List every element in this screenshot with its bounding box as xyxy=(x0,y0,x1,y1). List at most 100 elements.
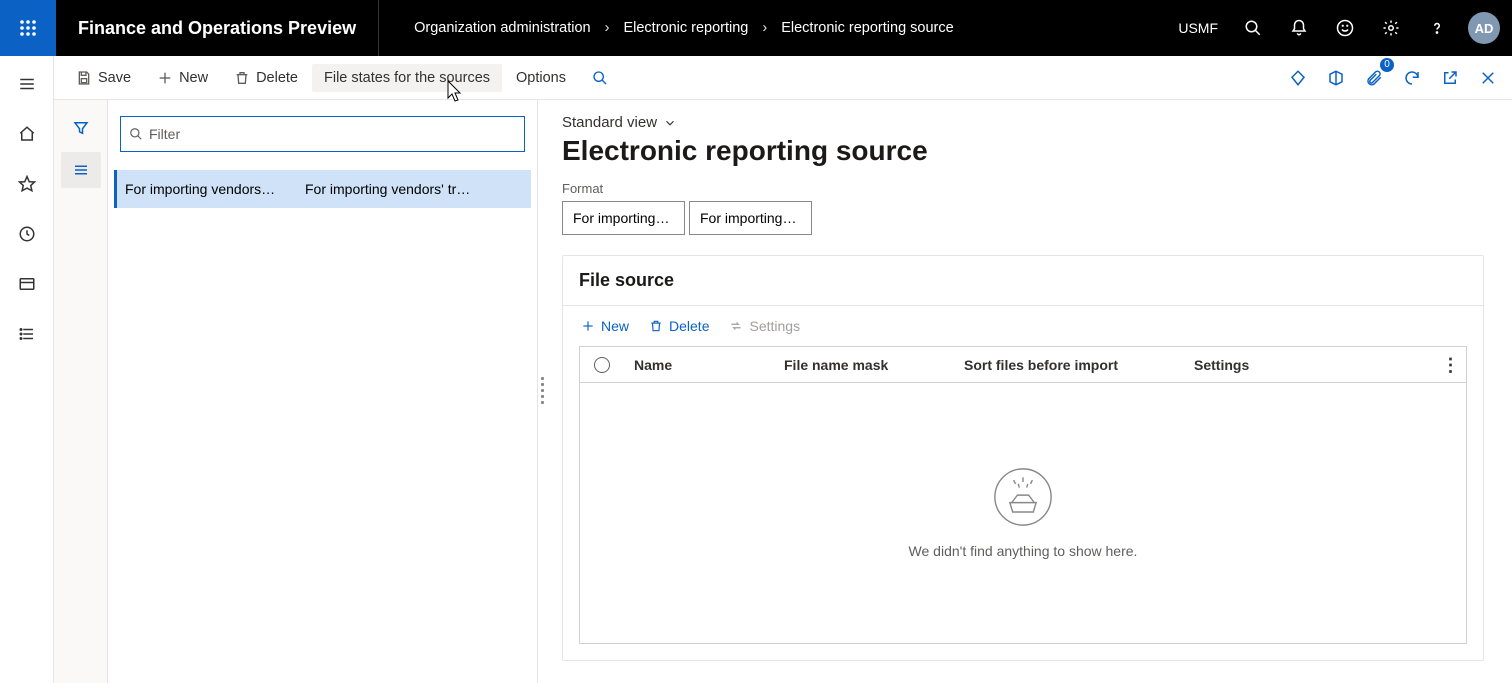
favorites-button[interactable] xyxy=(11,168,43,200)
feedback-button[interactable] xyxy=(1322,0,1368,56)
work-area: Save New Delete File states for the sour… xyxy=(54,56,1512,683)
file-states-label: File states for the sources xyxy=(324,70,490,86)
clock-icon xyxy=(18,225,36,243)
format-part-1[interactable]: For importing… xyxy=(562,201,685,235)
plus-icon xyxy=(581,319,595,333)
breadcrumb-item[interactable]: Electronic reporting xyxy=(623,20,748,36)
lines-icon xyxy=(72,161,90,179)
card-settings-button: Settings xyxy=(721,312,808,340)
chevron-right-icon: › xyxy=(605,20,610,36)
detail-pane: Standard view Electronic reporting sourc… xyxy=(546,100,1512,683)
funnel-icon xyxy=(72,119,90,137)
workspace-link-button[interactable] xyxy=(1280,60,1316,96)
refresh-button[interactable] xyxy=(1394,60,1430,96)
card-settings-label: Settings xyxy=(749,318,800,334)
swap-icon xyxy=(729,319,743,333)
hamburger-icon xyxy=(18,75,36,93)
search-icon xyxy=(592,70,608,86)
list-row-col1: For importing vendors… xyxy=(125,181,295,197)
search-icon xyxy=(129,127,143,141)
card-delete-label: Delete xyxy=(669,318,709,334)
save-icon xyxy=(76,70,92,86)
top-header: Finance and Operations Preview Organizat… xyxy=(0,0,1512,56)
main-flex: Save New Delete File states for the sour… xyxy=(0,56,1512,683)
list-view-button[interactable] xyxy=(61,152,101,188)
product-title: Finance and Operations Preview xyxy=(56,18,378,39)
help-button[interactable] xyxy=(1414,0,1460,56)
user-avatar[interactable]: AD xyxy=(1468,12,1500,44)
open-office-button[interactable] xyxy=(1318,60,1354,96)
save-label: Save xyxy=(98,70,131,86)
delete-label: Delete xyxy=(256,70,298,86)
list-icon xyxy=(18,325,36,343)
star-icon xyxy=(18,175,36,193)
modules-button[interactable] xyxy=(11,318,43,350)
view-selector[interactable]: Standard view xyxy=(562,114,677,133)
column-file-mask[interactable]: File name mask xyxy=(774,357,954,373)
format-label: Format xyxy=(562,181,1484,196)
breadcrumb-item[interactable]: Electronic reporting source xyxy=(781,20,953,36)
column-more-button[interactable]: ⋮ xyxy=(1440,355,1460,376)
view-label: Standard view xyxy=(562,114,657,131)
list-row-col2: For importing vendors' tr… xyxy=(305,181,523,197)
trash-icon xyxy=(649,319,663,333)
grid-empty: We didn't find anything to show here. xyxy=(580,383,1466,643)
file-states-button[interactable]: File states for the sources xyxy=(312,64,502,92)
card-new-label: New xyxy=(601,318,629,334)
empty-folder-icon xyxy=(993,467,1053,527)
settings-button[interactable] xyxy=(1368,0,1414,56)
search-icon xyxy=(1244,19,1262,37)
attachments-button[interactable]: 0 xyxy=(1356,60,1392,96)
grid: Name File name mask Sort files before im… xyxy=(579,346,1467,644)
circle-checkbox-icon xyxy=(594,357,610,373)
trash-icon xyxy=(234,70,250,86)
filter-view-button[interactable] xyxy=(61,110,101,146)
diamond-icon xyxy=(1289,69,1307,87)
options-button[interactable]: Options xyxy=(504,64,578,92)
select-all-column[interactable] xyxy=(580,357,624,373)
grid-wrap: Name File name mask Sort files before im… xyxy=(563,346,1483,660)
home-icon xyxy=(18,125,36,143)
company-code[interactable]: USMF xyxy=(1166,20,1230,36)
options-label: Options xyxy=(516,70,566,86)
breadcrumb: Organization administration › Electronic… xyxy=(379,20,954,36)
popout-button[interactable] xyxy=(1432,60,1468,96)
waffle-icon xyxy=(19,19,37,37)
nav-toggle-button[interactable] xyxy=(11,68,43,100)
page-search-button[interactable] xyxy=(580,64,620,92)
column-name[interactable]: Name xyxy=(624,357,774,373)
popout-icon xyxy=(1441,69,1459,87)
new-button[interactable]: New xyxy=(145,64,220,92)
card-new-button[interactable]: New xyxy=(573,312,637,340)
attachment-badge: 0 xyxy=(1380,58,1394,72)
filter-box[interactable] xyxy=(120,116,525,152)
bell-icon xyxy=(1290,19,1308,37)
column-settings[interactable]: Settings xyxy=(1184,357,1466,373)
card-delete-button[interactable]: Delete xyxy=(641,312,717,340)
breadcrumb-item[interactable]: Organization administration xyxy=(414,20,591,36)
page-title: Electronic reporting source xyxy=(562,135,1484,167)
search-button[interactable] xyxy=(1230,0,1276,56)
plus-icon xyxy=(157,70,173,86)
home-button[interactable] xyxy=(11,118,43,150)
splitter-grip-icon xyxy=(541,377,544,407)
vertical-dots-icon: ⋮ xyxy=(1442,355,1459,375)
save-button[interactable]: Save xyxy=(64,64,143,92)
format-part-2[interactable]: For importing… xyxy=(689,201,812,235)
filter-input[interactable] xyxy=(149,126,516,142)
recent-button[interactable] xyxy=(11,218,43,250)
notifications-button[interactable] xyxy=(1276,0,1322,56)
list-row[interactable]: For importing vendors… For importing ven… xyxy=(114,170,531,208)
column-sort[interactable]: Sort files before import xyxy=(954,357,1184,373)
app-launcher-button[interactable] xyxy=(0,0,56,56)
empty-text: We didn't find anything to show here. xyxy=(909,543,1138,559)
new-label: New xyxy=(179,70,208,86)
close-button[interactable] xyxy=(1470,60,1506,96)
content-row: For importing vendors… For importing ven… xyxy=(54,100,1512,683)
action-bar: Save New Delete File states for the sour… xyxy=(54,56,1512,100)
refresh-icon xyxy=(1403,69,1421,87)
splitter[interactable] xyxy=(538,100,546,683)
delete-button[interactable]: Delete xyxy=(222,64,310,92)
chevron-right-icon: › xyxy=(762,20,767,36)
workspaces-button[interactable] xyxy=(11,268,43,300)
